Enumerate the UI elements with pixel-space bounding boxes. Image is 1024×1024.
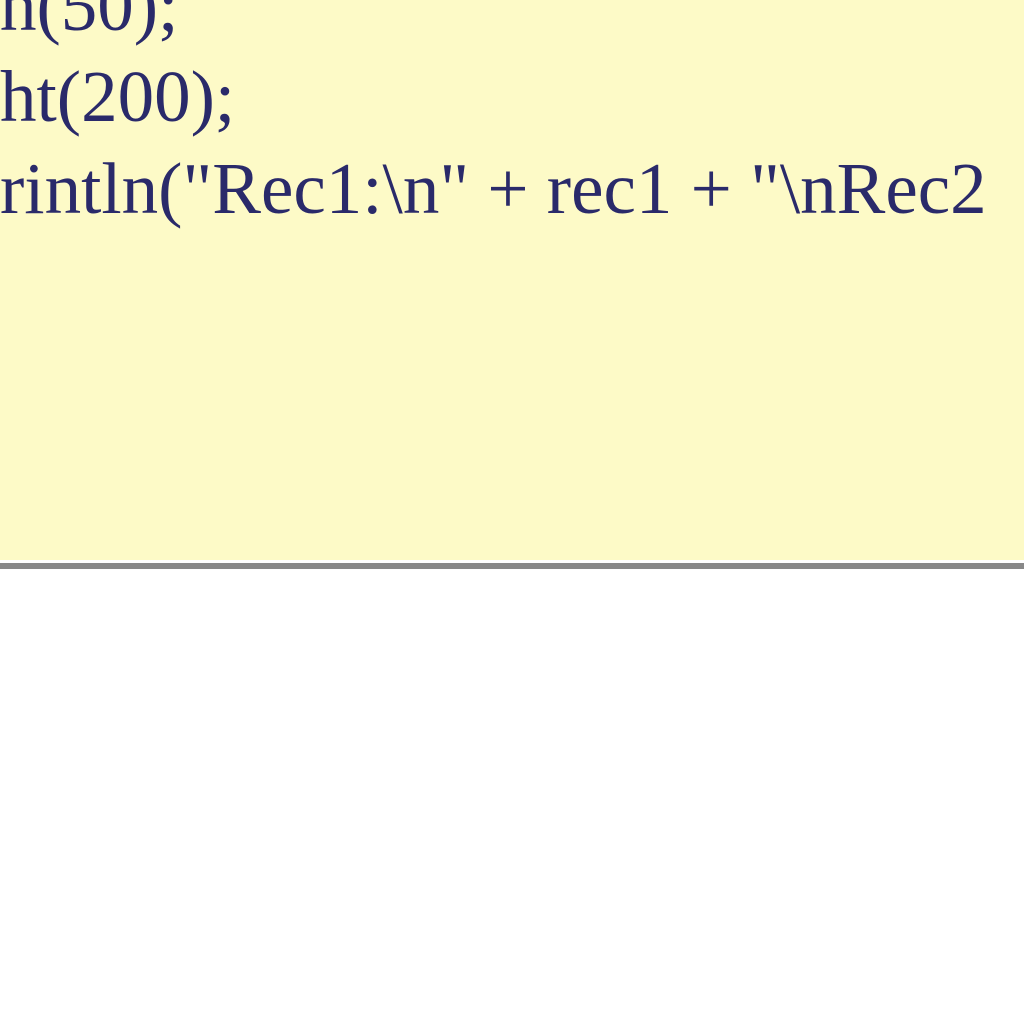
code-line-1: h(50); [0,0,178,46]
code-line-2: ht(200); [0,56,235,137]
code-line-3: rintln("Rec1:\n" + rec1 + "\nRec2 [0,148,987,229]
separator [0,563,1024,569]
code-block: h(50); ht(200); rintln("Rec1:\n" + rec1 … [0,0,1024,560]
code-content: h(50); ht(200); rintln("Rec1:\n" + rec1 … [0,0,987,234]
